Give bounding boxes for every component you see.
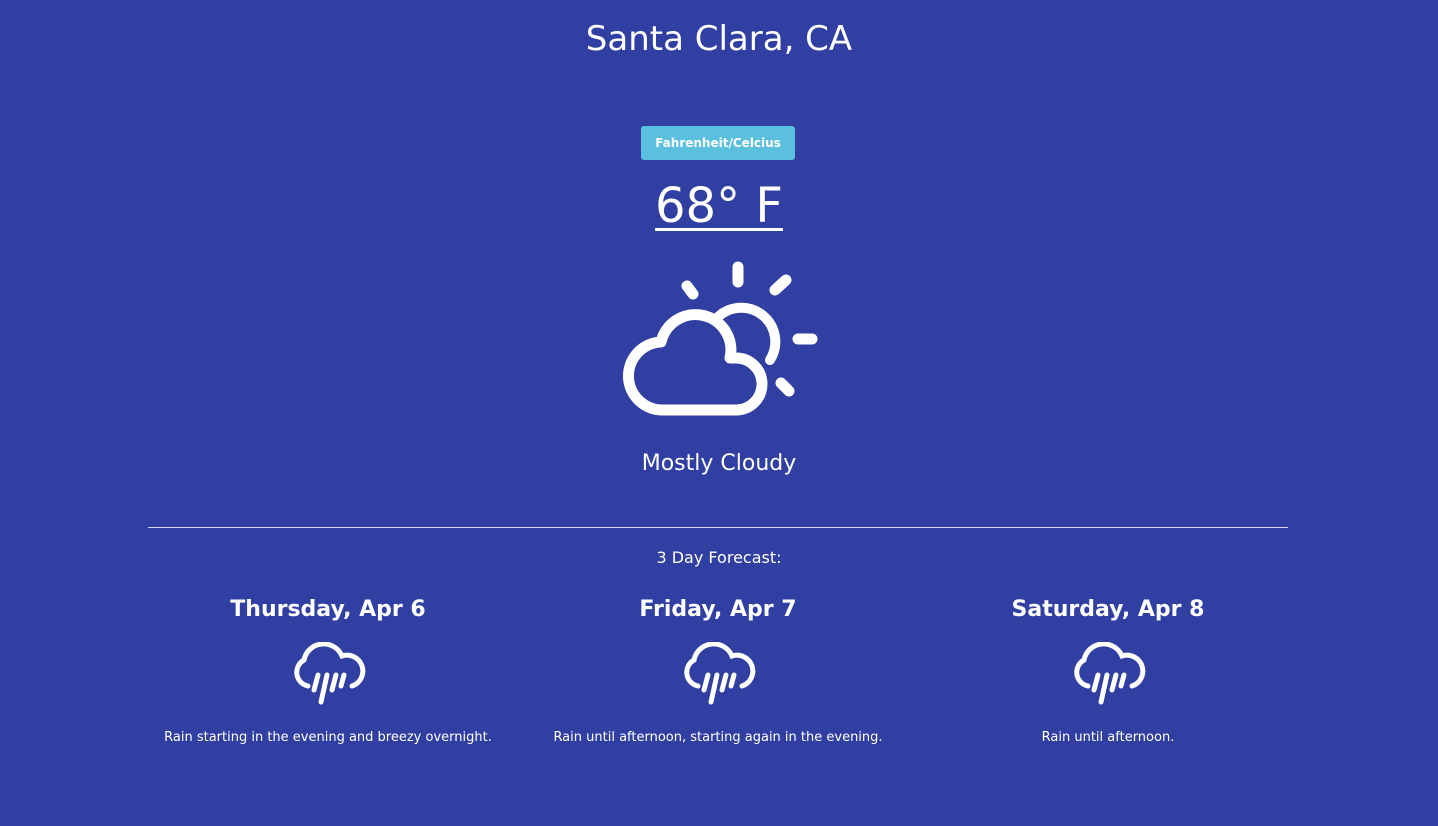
forecast-day-description: Rain starting in the evening and breezy … — [164, 730, 492, 745]
partly-cloudy-day-icon — [623, 261, 818, 416]
rain-icon — [684, 642, 756, 705]
forecast-day-description: Rain until afternoon. — [1041, 730, 1175, 745]
temperature-container: 68° F — [0, 176, 1438, 236]
forecast-day-name: Thursday, Apr 6 — [230, 597, 426, 622]
current-temperature-link[interactable]: 68° F — [655, 178, 783, 234]
forecast-day: Saturday, Apr 8 Rain until afternoon. — [913, 592, 1303, 772]
rain-icon — [1074, 642, 1146, 705]
forecast-day-description: Rain until afternoon, starting again in … — [553, 730, 883, 745]
location-title: Santa Clara, CA — [585, 19, 853, 59]
forecast-day: Friday, Apr 7 Rain until afternoon, star… — [523, 592, 913, 772]
current-summary: Mostly Cloudy — [641, 451, 797, 476]
forecast-day: Thursday, Apr 6 Rain starting in the eve… — [133, 592, 523, 772]
forecast-title: 3 Day Forecast: — [656, 548, 782, 567]
rain-icon — [294, 642, 366, 705]
forecast-day-name: Saturday, Apr 8 — [1011, 597, 1205, 622]
unit-toggle-button[interactable]: Fahrenheit/Celcius — [641, 126, 795, 160]
forecast-list: Thursday, Apr 6 Rain starting in the eve… — [133, 592, 1303, 772]
divider — [148, 527, 1288, 528]
forecast-day-name: Friday, Apr 7 — [639, 597, 797, 622]
